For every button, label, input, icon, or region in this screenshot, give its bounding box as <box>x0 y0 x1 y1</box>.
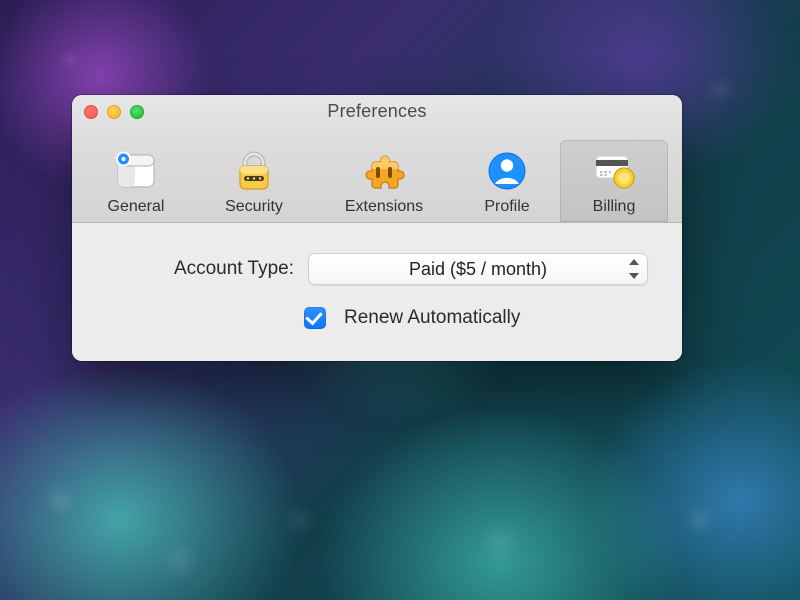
renew-automatically-label: Renew Automatically <box>344 307 520 329</box>
puzzle-piece-icon <box>361 148 407 194</box>
window-title: Preferences <box>72 95 682 122</box>
select-stepper-icon <box>626 259 642 279</box>
credit-card-coin-icon <box>591 148 637 194</box>
minimize-button[interactable] <box>107 105 121 119</box>
zoom-button[interactable] <box>130 105 144 119</box>
window-controls <box>84 105 144 119</box>
account-type-row: Account Type: Paid ($5 / month) <box>106 253 648 285</box>
padlock-icon <box>231 148 277 194</box>
toolbar-tabs: General <box>72 140 682 222</box>
tab-label: Billing <box>570 198 658 216</box>
account-type-value: Paid ($5 / month) <box>409 259 547 280</box>
preferences-window: Preferences General <box>72 95 682 361</box>
tab-label: Profile <box>464 198 550 216</box>
desktop-wallpaper: Preferences General <box>0 0 800 600</box>
account-type-select[interactable]: Paid ($5 / month) <box>308 253 648 285</box>
tab-label: Security <box>204 198 304 216</box>
billing-pane: Account Type: Paid ($5 / month) Renew Au… <box>72 223 682 361</box>
general-window-icon <box>113 148 159 194</box>
tab-extensions[interactable]: Extensions <box>314 140 454 222</box>
renew-row: Renew Automatically <box>106 307 648 329</box>
close-button[interactable] <box>84 105 98 119</box>
renew-automatically-checkbox[interactable] <box>304 307 326 329</box>
titlebar: Preferences General <box>72 95 682 223</box>
tab-general[interactable]: General <box>78 140 194 222</box>
tab-billing[interactable]: Billing <box>560 140 668 222</box>
tab-profile[interactable]: Profile <box>454 140 560 222</box>
account-type-label: Account Type: <box>106 258 294 280</box>
tab-security[interactable]: Security <box>194 140 314 222</box>
profile-person-icon <box>484 148 530 194</box>
tab-label: General <box>88 198 184 216</box>
tab-label: Extensions <box>324 198 444 216</box>
